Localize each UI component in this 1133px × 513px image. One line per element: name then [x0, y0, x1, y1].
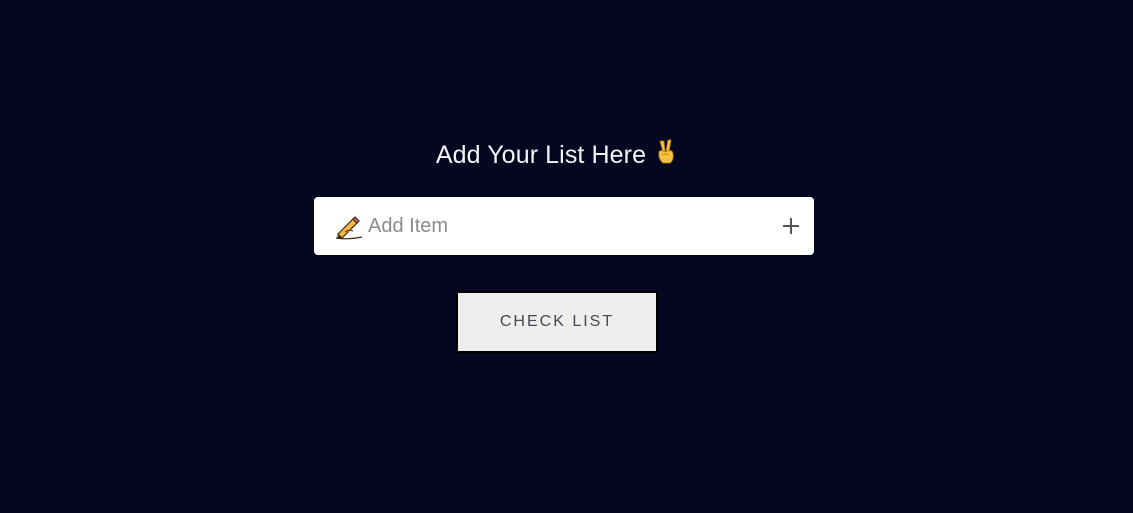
page-title-text: Add Your List Here	[435, 141, 647, 169]
plus-icon	[783, 218, 799, 234]
check-list-button[interactable]: CHECK LIST	[456, 291, 658, 353]
add-item-input[interactable]	[368, 209, 768, 243]
victory-hand-icon	[655, 139, 677, 173]
add-item-bar	[314, 197, 814, 255]
pencil-writing-icon	[335, 214, 363, 240]
add-item-button[interactable]	[778, 213, 804, 239]
page-title: Add Your List Here	[0, 139, 1113, 173]
page: Add Your List Here C	[0, 0, 1133, 513]
